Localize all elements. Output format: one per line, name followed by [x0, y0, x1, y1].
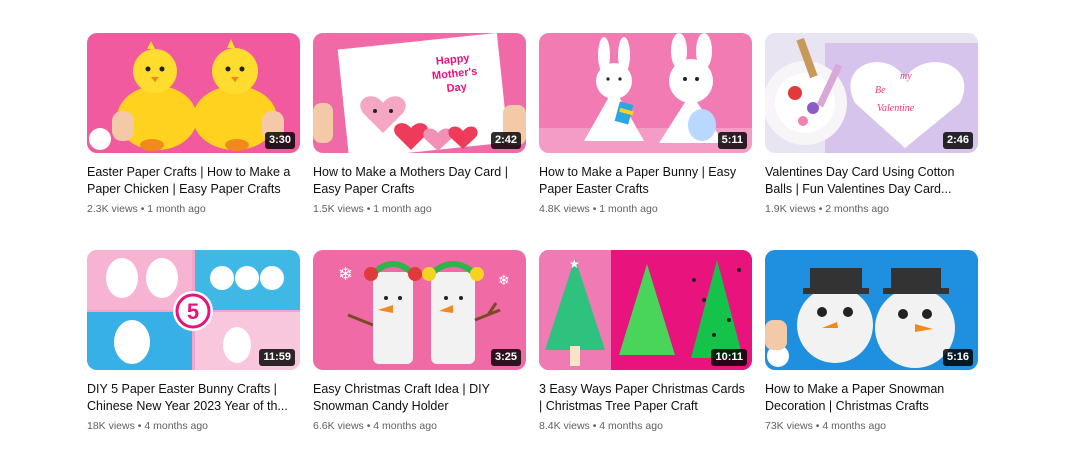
video-card[interactable]: ❄ ❄ 3:25 Easy Christmas Craft Idea | DIY…: [313, 250, 526, 467]
view-count: 6.6K views: [313, 420, 364, 432]
svg-text:❄: ❄: [338, 264, 353, 284]
video-title[interactable]: 3 Easy Ways Paper Christmas Cards | Chri…: [539, 381, 752, 415]
video-title[interactable]: How to Make a Paper Bunny | Easy Paper E…: [539, 164, 752, 198]
video-meta: 2.3K views • 1 month ago: [87, 203, 206, 215]
video-title[interactable]: How to Make a Paper Snowman Decoration |…: [765, 381, 978, 415]
video-thumbnail[interactable]: Be my Valentine 2:46: [765, 33, 978, 153]
view-count: 73K views: [765, 420, 813, 432]
video-title[interactable]: How to Make a Mothers Day Card | Easy Pa…: [313, 164, 526, 198]
svg-text:Day: Day: [446, 81, 468, 95]
svg-text:★: ★: [569, 257, 580, 271]
video-thumbnail[interactable]: 3:30: [87, 33, 300, 153]
video-meta: 6.6K views • 4 months ago: [313, 420, 437, 432]
svg-text:Valentine: Valentine: [877, 103, 915, 114]
video-card[interactable]: Happy Mother's Day 2:42 How to Make a Mo…: [313, 33, 526, 250]
view-count: 1.9K views: [765, 203, 816, 215]
video-thumbnail[interactable]: ❄ ❄ 3:25: [313, 250, 526, 370]
video-card[interactable]: 5:11 How to Make a Paper Bunny | Easy Pa…: [539, 33, 752, 250]
video-title[interactable]: Valentines Day Card Using Cotton Balls |…: [765, 164, 978, 198]
upload-age: 1 month ago: [147, 203, 206, 215]
video-card[interactable]: 5:16 How to Make a Paper Snowman Decorat…: [765, 250, 978, 467]
video-meta: 18K views • 4 months ago: [87, 420, 209, 432]
video-thumbnail[interactable]: Happy Mother's Day 2:42: [313, 33, 526, 153]
video-meta: 1.9K views • 2 months ago: [765, 203, 889, 215]
duration-badge: 2:42: [490, 132, 521, 149]
upload-age: 4 months ago: [599, 420, 663, 432]
duration-badge: 3:25: [490, 349, 521, 366]
svg-text:my: my: [900, 71, 912, 82]
upload-age: 4 months ago: [144, 420, 209, 432]
video-card[interactable]: 3:30 Easter Paper Crafts | How to Make a…: [87, 33, 300, 250]
video-meta: 4.8K views • 1 month ago: [539, 203, 658, 215]
number-badge: 5: [187, 299, 199, 324]
view-count: 2.3K views: [87, 203, 138, 215]
duration-badge: 3:30: [264, 132, 295, 149]
view-count: 8.4K views: [539, 420, 590, 432]
duration-badge: 5:16: [942, 349, 973, 366]
view-count: 4.8K views: [539, 203, 590, 215]
video-thumbnail[interactable]: 5 11:59: [87, 250, 300, 370]
view-count: 1.5K views: [313, 203, 364, 215]
video-grid: 3:30 Easter Paper Crafts | How to Make a…: [87, 33, 979, 467]
svg-text:❄: ❄: [498, 272, 510, 288]
video-meta: 8.4K views • 4 months ago: [539, 420, 663, 432]
duration-badge: 5:11: [717, 132, 747, 149]
upload-age: 4 months ago: [822, 420, 887, 432]
video-meta: 1.5K views • 1 month ago: [313, 203, 432, 215]
video-card[interactable]: ★ 10:11 3 Easy Ways Paper Christmas Card…: [539, 250, 752, 467]
upload-age: 2 months ago: [825, 203, 889, 215]
svg-text:Be: Be: [875, 85, 886, 96]
video-thumbnail[interactable]: 5:11: [539, 33, 752, 153]
duration-badge: 2:46: [942, 132, 973, 149]
video-thumbnail[interactable]: 5:16: [765, 250, 978, 370]
video-meta: 73K views • 4 months ago: [765, 420, 887, 432]
upload-age: 1 month ago: [599, 203, 658, 215]
video-card[interactable]: Be my Valentine 2:46 Valentines Day Card…: [765, 33, 978, 250]
video-thumbnail[interactable]: ★ 10:11: [539, 250, 752, 370]
duration-badge: 11:59: [259, 349, 295, 366]
duration-badge: 10:11: [711, 349, 747, 366]
video-title[interactable]: Easter Paper Crafts | How to Make a Pape…: [87, 164, 300, 198]
video-title[interactable]: Easy Christmas Craft Idea | DIY Snowman …: [313, 381, 526, 415]
video-card[interactable]: 5 11:59 DIY 5 Paper Easter Bunny Crafts …: [87, 250, 300, 467]
upload-age: 4 months ago: [373, 420, 437, 432]
upload-age: 1 month ago: [373, 203, 432, 215]
view-count: 18K views: [87, 420, 135, 432]
video-title[interactable]: DIY 5 Paper Easter Bunny Crafts | Chines…: [87, 381, 300, 415]
